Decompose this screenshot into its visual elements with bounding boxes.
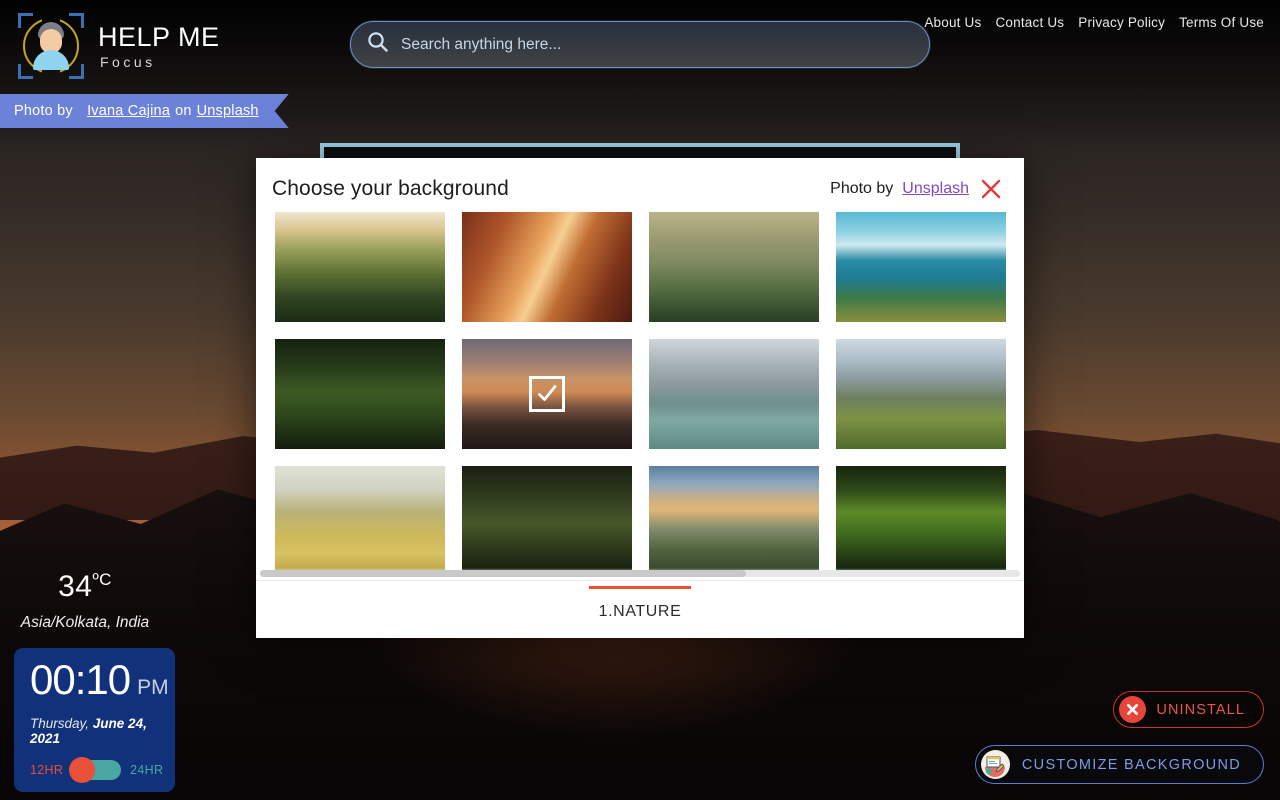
toggle-knob[interactable] bbox=[69, 757, 96, 783]
logo-text: HELP ME Focus bbox=[98, 21, 220, 70]
temperature-unit: ºC bbox=[92, 570, 112, 589]
choose-background-modal: Choose your background Photo by Unsplash bbox=[256, 158, 1024, 638]
modal-credit-text: Photo by bbox=[830, 180, 894, 197]
photo-credit-source-link[interactable]: Unsplash bbox=[197, 103, 259, 119]
background-thumbnail[interactable] bbox=[835, 466, 1006, 576]
page-header: HELP ME Focus About Us Contact Us Privac… bbox=[0, 0, 1280, 92]
clock-weekday: Thursday, bbox=[30, 716, 90, 732]
logo-subtitle: Focus bbox=[100, 53, 156, 70]
background-thumbnail[interactable] bbox=[274, 212, 445, 322]
toggle-label-24hr: 24HR bbox=[130, 763, 164, 777]
scrollbar-track[interactable] bbox=[260, 570, 1020, 577]
modal-category-tabs: 1.NATURE bbox=[256, 580, 1024, 638]
clock-time-value: 00:10 bbox=[30, 656, 131, 703]
nav-link-privacy-policy[interactable]: Privacy Policy bbox=[1078, 15, 1165, 30]
tab-nature[interactable]: 1.NATURE bbox=[575, 585, 706, 633]
background-thumbnail[interactable] bbox=[648, 339, 819, 449]
photo-credit-author-link[interactable]: Ivana Cajina bbox=[87, 103, 170, 119]
temperature-readout: 34ºC bbox=[0, 570, 170, 604]
background-thumbnail[interactable] bbox=[835, 339, 1006, 449]
hour-format-toggle-row: 12HR 24HR bbox=[30, 757, 164, 783]
background-thumbnail[interactable] bbox=[648, 466, 819, 576]
photo-credit-prefix: Photo by bbox=[14, 103, 73, 119]
modal-credit: Photo by Unsplash bbox=[830, 176, 1004, 202]
search-bar[interactable] bbox=[350, 21, 930, 68]
clock-date: Thursday, June 24, 2021 bbox=[30, 716, 163, 746]
thumbnail-scroll-area[interactable] bbox=[256, 206, 1024, 580]
hour-format-toggle[interactable] bbox=[69, 757, 122, 783]
nav-link-about-us[interactable]: About Us bbox=[924, 15, 981, 30]
modal-title: Choose your background bbox=[272, 177, 509, 200]
background-thumbnail[interactable] bbox=[835, 212, 1006, 322]
nav-link-contact-us[interactable]: Contact Us bbox=[995, 15, 1064, 30]
search-input[interactable] bbox=[401, 35, 913, 54]
background-thumbnail[interactable] bbox=[274, 339, 445, 449]
scrollbar-thumb[interactable] bbox=[260, 570, 747, 577]
close-icon[interactable] bbox=[978, 176, 1004, 202]
logo-person-icon bbox=[32, 22, 70, 70]
background-thumbnail[interactable] bbox=[461, 466, 632, 576]
logo-title: HELP ME bbox=[98, 21, 220, 52]
close-circle-icon bbox=[1119, 696, 1147, 723]
app-logo[interactable]: HELP ME Focus bbox=[18, 13, 220, 79]
nav-link-terms-of-use[interactable]: Terms Of Use bbox=[1179, 15, 1264, 30]
scrollbar-strip bbox=[256, 568, 1024, 580]
uninstall-button[interactable]: UNINSTALL bbox=[1113, 691, 1264, 728]
selected-checkbox-icon bbox=[528, 376, 565, 412]
clock-widget: 00:10 PM Thursday, June 24, 2021 12HR 24… bbox=[14, 648, 175, 792]
modal-credit-unsplash-link[interactable]: Unsplash bbox=[902, 180, 969, 198]
logo-bracket-bottom-right bbox=[69, 64, 84, 79]
search-icon bbox=[367, 31, 389, 58]
image-palette-icon bbox=[980, 750, 1010, 779]
photo-credit-space1 bbox=[78, 103, 82, 119]
clock-time: 00:10 PM bbox=[30, 656, 169, 703]
photo-credit-ribbon: Photo by Ivana Cajina on Unsplash bbox=[0, 94, 289, 128]
background-thumbnail[interactable] bbox=[461, 212, 632, 322]
location-label: Asia/Kolkata, India bbox=[20, 614, 150, 631]
background-thumbnail[interactable] bbox=[648, 212, 819, 322]
background-thumbnail[interactable] bbox=[274, 466, 445, 576]
modal-header: Choose your background Photo by Unsplash bbox=[256, 158, 1024, 206]
uninstall-label: UNINSTALL bbox=[1156, 701, 1245, 718]
logo-avatar-icon bbox=[18, 13, 84, 79]
thumbnail-grid bbox=[256, 212, 1024, 576]
header-nav: About Us Contact Us Privacy Policy Terms… bbox=[924, 15, 1264, 30]
customize-background-label: CUSTOMIZE BACKGROUND bbox=[1021, 756, 1241, 773]
logo-person-body bbox=[33, 50, 69, 70]
temperature-value: 34 bbox=[58, 570, 93, 603]
desktop-newtab-page: HELP ME Focus About Us Contact Us Privac… bbox=[0, 0, 1280, 800]
photo-credit-middle: on bbox=[175, 103, 192, 119]
weather-widget: 34ºC Asia/Kolkata, India bbox=[0, 570, 170, 632]
background-thumbnail[interactable] bbox=[461, 339, 632, 449]
toggle-label-12hr: 12HR bbox=[30, 763, 64, 777]
customize-background-button[interactable]: CUSTOMIZE BACKGROUND bbox=[974, 745, 1264, 784]
clock-ampm: PM bbox=[137, 676, 169, 699]
